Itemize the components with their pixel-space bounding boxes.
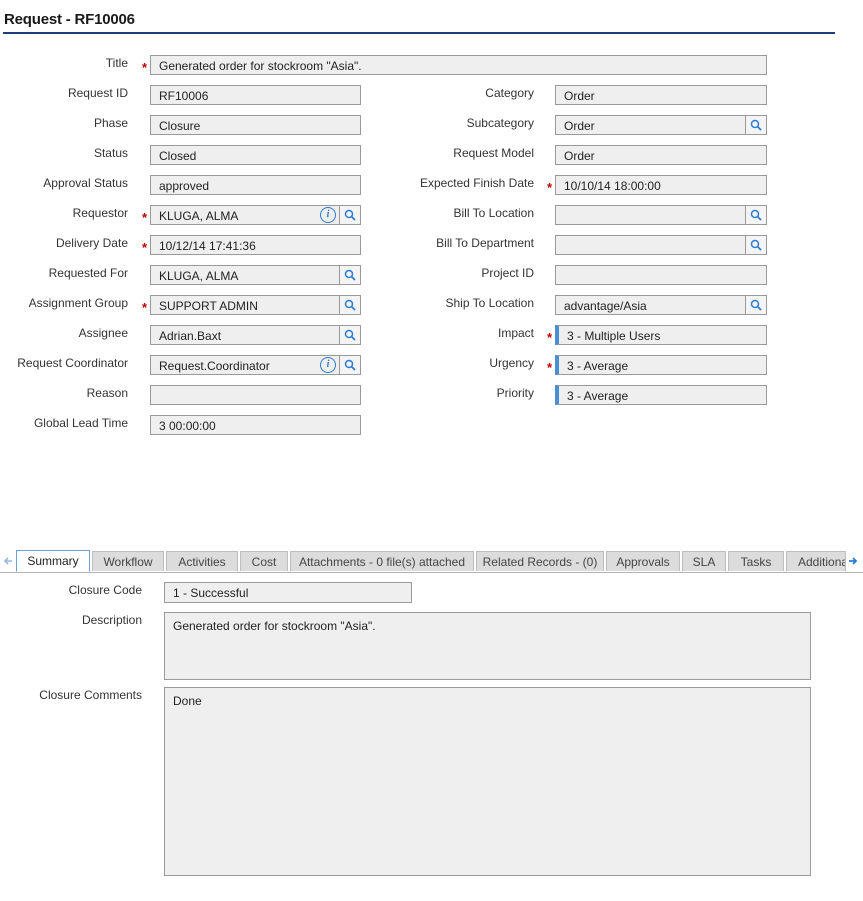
closure-comments-label: Closure Comments (39, 688, 142, 702)
reason-field[interactable] (150, 385, 361, 405)
title-field[interactable]: Generated order for stockroom "Asia". (150, 55, 767, 75)
search-icon[interactable] (339, 326, 360, 344)
tab-tasks[interactable]: Tasks (728, 551, 784, 571)
urgency-label: Urgency (489, 356, 534, 370)
tab-related-records[interactable]: Related Records - (0) (476, 551, 604, 571)
requested-for-field[interactable]: KLUGA, ALMA (150, 265, 361, 285)
required-marker: * (142, 210, 148, 225)
search-icon[interactable] (339, 266, 360, 284)
tab-approvals[interactable]: Approvals (606, 551, 680, 571)
closure-comments-field[interactable]: Done (164, 687, 811, 876)
search-icon[interactable] (745, 206, 766, 224)
closure-code-field[interactable]: 1 - Successful (164, 582, 412, 603)
search-icon[interactable] (745, 236, 766, 254)
tab-additional[interactable]: Additional (786, 551, 846, 571)
global-lead-time-field[interactable]: 3 00:00:00 (150, 415, 361, 435)
requestor-label: Requestor (72, 206, 128, 220)
request-model-field[interactable]: Order (555, 145, 767, 165)
ship-to-location-value: advantage/Asia (564, 299, 647, 313)
request-coordinator-field[interactable]: Request.Coordinator i (150, 355, 361, 375)
delivery-date-field[interactable]: 10/12/14 17:41:36 (150, 235, 361, 255)
priority-label: Priority (496, 386, 534, 400)
approval-status-field[interactable]: approved (150, 175, 361, 195)
info-icon[interactable]: i (320, 357, 336, 373)
urgency-field[interactable]: 3 - Average (555, 355, 767, 375)
assignment-group-label: Assignment Group (28, 296, 128, 310)
project-id-label: Project ID (481, 266, 534, 280)
search-icon[interactable] (745, 116, 766, 134)
required-marker: * (142, 300, 148, 315)
arrow-right-icon[interactable] (846, 553, 860, 569)
required-marker: * (142, 60, 148, 75)
delivery-date-label: Delivery Date (55, 236, 128, 250)
expected-finish-date-label: Expected Finish Date (419, 176, 534, 190)
request-model-label: Request Model (453, 146, 534, 160)
search-icon[interactable] (339, 356, 360, 374)
bill-to-location-field[interactable] (555, 205, 767, 225)
request-coordinator-label: Request Coordinator (17, 356, 128, 370)
description-field[interactable]: Generated order for stockroom "Asia". (164, 612, 811, 680)
category-label: Category (485, 86, 534, 100)
title-label: Title (105, 56, 128, 70)
bill-to-department-label: Bill To Department (436, 236, 534, 250)
search-icon[interactable] (339, 206, 360, 224)
project-id-field[interactable] (555, 265, 767, 285)
expected-finish-date-field[interactable]: 10/10/14 18:00:00 (555, 175, 767, 195)
tab-sla[interactable]: SLA (682, 551, 726, 571)
reason-label: Reason (86, 386, 128, 400)
required-marker: * (142, 240, 148, 255)
assignment-group-value: SUPPORT ADMIN (159, 299, 258, 313)
bill-to-department-field[interactable] (555, 235, 767, 255)
requested-for-label: Requested For (48, 266, 128, 280)
ship-to-location-field[interactable]: advantage/Asia (555, 295, 767, 315)
assignee-label: Assignee (78, 326, 128, 340)
required-marker: * (547, 180, 553, 195)
arrow-left-icon[interactable] (1, 553, 15, 569)
tab-summary[interactable]: Summary (16, 550, 90, 572)
tab-cost[interactable]: Cost (240, 551, 288, 571)
phase-field[interactable]: Closure (150, 115, 361, 135)
search-icon[interactable] (745, 296, 766, 314)
status-label: Status (93, 146, 128, 160)
phase-label: Phase (93, 116, 128, 130)
subcategory-value: Order (564, 119, 595, 133)
approval-status-label: Approval Status (43, 176, 128, 190)
required-marker: * (547, 360, 553, 375)
requested-for-value: KLUGA, ALMA (159, 269, 239, 283)
subcategory-label: Subcategory (466, 116, 534, 130)
requestor-field[interactable]: KLUGA, ALMA i (150, 205, 361, 225)
page-title: Request - RF10006 (4, 11, 135, 28)
request-id-field[interactable]: RF10006 (150, 85, 361, 105)
impact-label: Impact (497, 326, 534, 340)
request-coordinator-value: Request.Coordinator (159, 359, 270, 373)
category-field[interactable]: Order (555, 85, 767, 105)
description-label: Description (81, 613, 142, 627)
request-id-label: Request ID (67, 86, 128, 100)
tab-attachments[interactable]: Attachments - 0 file(s) attached (290, 551, 474, 571)
tab-workflow[interactable]: Workflow (92, 551, 164, 571)
info-icon[interactable]: i (320, 207, 336, 223)
tab-activities[interactable]: Activities (166, 551, 238, 571)
impact-field[interactable]: 3 - Multiple Users (555, 325, 767, 345)
search-icon[interactable] (339, 296, 360, 314)
closure-code-label: Closure Code (68, 583, 142, 597)
priority-field[interactable]: 3 - Average (555, 385, 767, 405)
requestor-value: KLUGA, ALMA (159, 209, 239, 223)
ship-to-location-label: Ship To Location (445, 296, 534, 310)
global-lead-time-label: Global Lead Time (33, 416, 128, 430)
assignment-group-field[interactable]: SUPPORT ADMIN (150, 295, 361, 315)
status-field[interactable]: Closed (150, 145, 361, 165)
assignee-value: Adrian.Baxt (159, 329, 222, 343)
title-divider (3, 32, 835, 34)
bill-to-location-label: Bill To Location (453, 206, 535, 220)
required-marker: * (547, 330, 553, 345)
assignee-field[interactable]: Adrian.Baxt (150, 325, 361, 345)
subcategory-field[interactable]: Order (555, 115, 767, 135)
